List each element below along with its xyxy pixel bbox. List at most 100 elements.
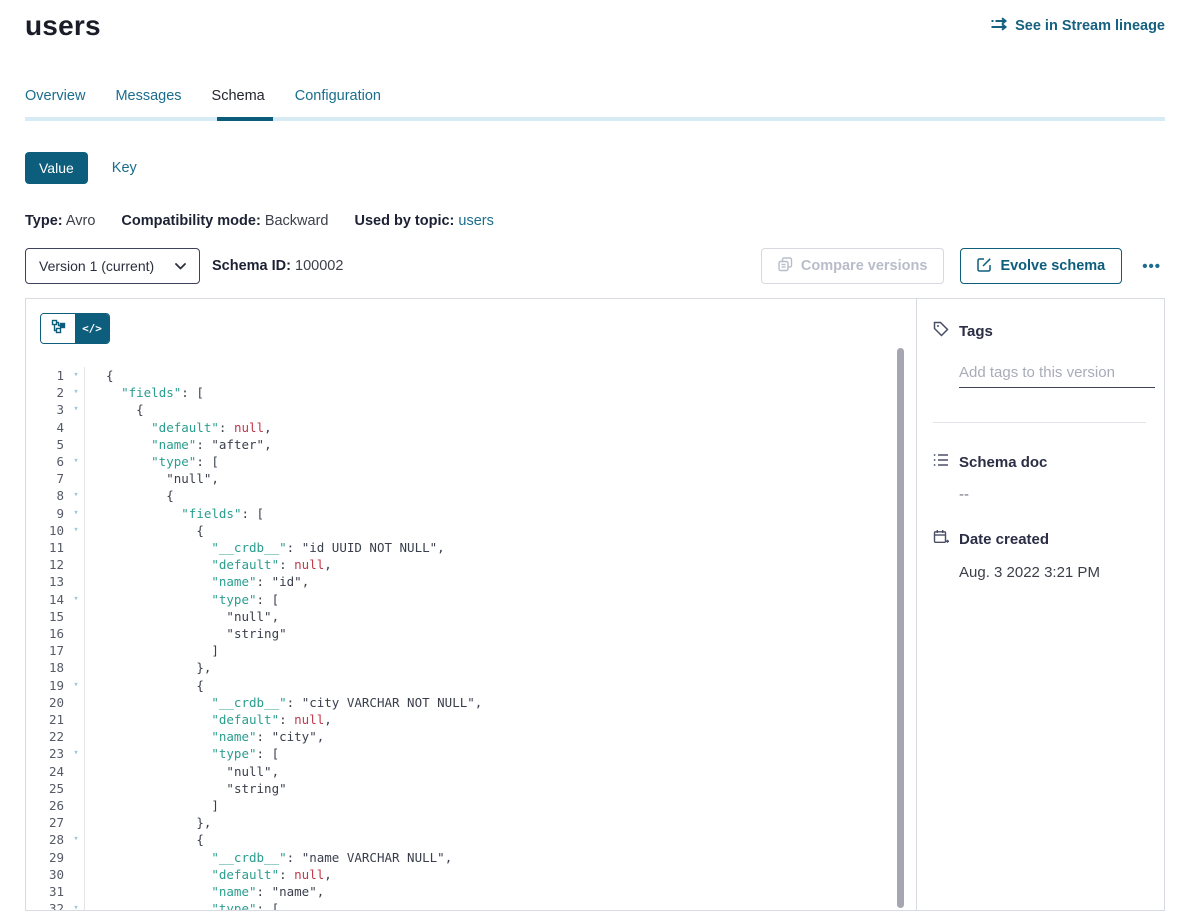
type-value: Avro	[66, 213, 96, 229]
code-line: 19▾ {	[40, 677, 916, 694]
fold-spacer	[68, 711, 84, 728]
fold-toggle-icon[interactable]: ▾	[68, 745, 84, 762]
value-key-toggle: Value Key	[25, 152, 1165, 184]
stream-lineage-icon	[991, 17, 1008, 35]
code-line: 4 "default": null,	[40, 419, 916, 436]
code-line: 8▾ {	[40, 487, 916, 504]
code-line: 22 "name": "city",	[40, 728, 916, 745]
line-number: 20	[40, 694, 64, 711]
code-view-button[interactable]: </>	[75, 314, 109, 343]
tab-bar: Overview Messages Schema Configuration	[25, 88, 1165, 117]
code-line: 14▾ "type": [	[40, 591, 916, 608]
fold-toggle-icon[interactable]: ▾	[68, 487, 84, 504]
fold-toggle-icon[interactable]: ▾	[68, 505, 84, 522]
schema-view-toggle: </>	[40, 313, 110, 344]
code-text: "name": "city",	[84, 728, 324, 745]
code-text: "default": null,	[84, 556, 332, 573]
code-text: "type": [	[84, 745, 279, 762]
code-line: 2▾ "fields": [	[40, 384, 916, 401]
code-line: 18 },	[40, 659, 916, 676]
code-line: 30 "default": null,	[40, 866, 916, 883]
code-text: "__crdb__": "city VARCHAR NOT NULL",	[84, 694, 482, 711]
line-number: 5	[40, 436, 64, 453]
line-number: 2	[40, 384, 64, 401]
more-options-button[interactable]: •••	[1138, 256, 1165, 277]
topic-link[interactable]: users	[458, 213, 493, 229]
tab-schema[interactable]: Schema	[212, 88, 265, 117]
line-number: 26	[40, 797, 64, 814]
schema-type: Type: Avro	[25, 213, 95, 229]
fold-spacer	[68, 642, 84, 659]
see-in-stream-lineage-link[interactable]: See in Stream lineage	[991, 17, 1165, 35]
fold-spacer	[68, 780, 84, 797]
compat-value: Backward	[265, 213, 329, 229]
date-created-header: Date created	[933, 529, 1146, 550]
code-line: 28▾ {	[40, 831, 916, 848]
schema-doc-icon	[933, 453, 949, 472]
fold-spacer	[68, 694, 84, 711]
schema-meta-row: Type: Avro Compatibility mode: Backward …	[25, 213, 1165, 229]
fold-toggle-icon[interactable]: ▾	[68, 453, 84, 470]
code-line: 15 "null",	[40, 608, 916, 625]
value-toggle-button[interactable]: Value	[25, 152, 88, 184]
code-line: 21 "default": null,	[40, 711, 916, 728]
code-text: "type": [	[84, 591, 279, 608]
tab-overview[interactable]: Overview	[25, 88, 85, 117]
fold-toggle-icon[interactable]: ▾	[68, 401, 84, 418]
line-number: 3	[40, 401, 64, 418]
fold-toggle-icon[interactable]: ▾	[68, 522, 84, 539]
line-number: 30	[40, 866, 64, 883]
line-number: 29	[40, 849, 64, 866]
tab-configuration[interactable]: Configuration	[295, 88, 381, 117]
compare-versions-button[interactable]: Compare versions	[761, 248, 945, 284]
code-text: "__crdb__": "name VARCHAR NULL",	[84, 849, 452, 866]
code-text: "type": [	[84, 900, 279, 911]
code-scrollbar[interactable]	[897, 348, 904, 908]
tree-view-button[interactable]	[41, 314, 75, 343]
schema-id-label: Schema ID:	[212, 258, 291, 274]
tags-title: Tags	[959, 323, 993, 340]
fold-toggle-icon[interactable]: ▾	[68, 677, 84, 694]
code-text: "name": "id",	[84, 573, 309, 590]
fold-spacer	[68, 849, 84, 866]
line-number: 18	[40, 659, 64, 676]
evolve-schema-button[interactable]: Evolve schema	[960, 248, 1122, 284]
code-line: 7 "null",	[40, 470, 916, 487]
fold-toggle-icon[interactable]: ▾	[68, 384, 84, 401]
code-line: 26 ]	[40, 797, 916, 814]
tags-input[interactable]	[959, 364, 1155, 388]
code-text: "name": "name",	[84, 883, 324, 900]
fold-spacer	[68, 883, 84, 900]
line-number: 25	[40, 780, 64, 797]
fold-spacer	[68, 728, 84, 745]
code-view-icon: </>	[82, 322, 102, 335]
code-text: {	[84, 677, 204, 694]
fold-spacer	[68, 436, 84, 453]
tab-messages[interactable]: Messages	[115, 88, 181, 117]
fold-toggle-icon[interactable]: ▾	[68, 367, 84, 384]
code-line: 5 "name": "after",	[40, 436, 916, 453]
line-number: 13	[40, 573, 64, 590]
code-line: 20 "__crdb__": "city VARCHAR NOT NULL",	[40, 694, 916, 711]
fold-toggle-icon[interactable]: ▾	[68, 831, 84, 848]
code-text: "fields": [	[84, 505, 264, 522]
code-line: 6▾ "type": [	[40, 453, 916, 470]
fold-toggle-icon[interactable]: ▾	[68, 900, 84, 911]
line-number: 27	[40, 814, 64, 831]
fold-toggle-icon[interactable]: ▾	[68, 591, 84, 608]
sidebar-divider	[933, 422, 1146, 423]
line-number: 11	[40, 539, 64, 556]
line-number: 1	[40, 367, 64, 384]
version-select[interactable]: Version 1 (current)	[25, 248, 200, 284]
fold-spacer	[68, 659, 84, 676]
compare-versions-label: Compare versions	[801, 258, 928, 274]
line-number: 12	[40, 556, 64, 573]
code-text: },	[84, 659, 211, 676]
key-toggle-button[interactable]: Key	[112, 160, 137, 176]
compare-versions-icon	[778, 257, 793, 276]
line-number: 24	[40, 763, 64, 780]
evolve-schema-icon	[977, 257, 992, 276]
evolve-schema-label: Evolve schema	[1000, 258, 1105, 274]
code-text: "null",	[84, 470, 219, 487]
line-number: 23	[40, 745, 64, 762]
